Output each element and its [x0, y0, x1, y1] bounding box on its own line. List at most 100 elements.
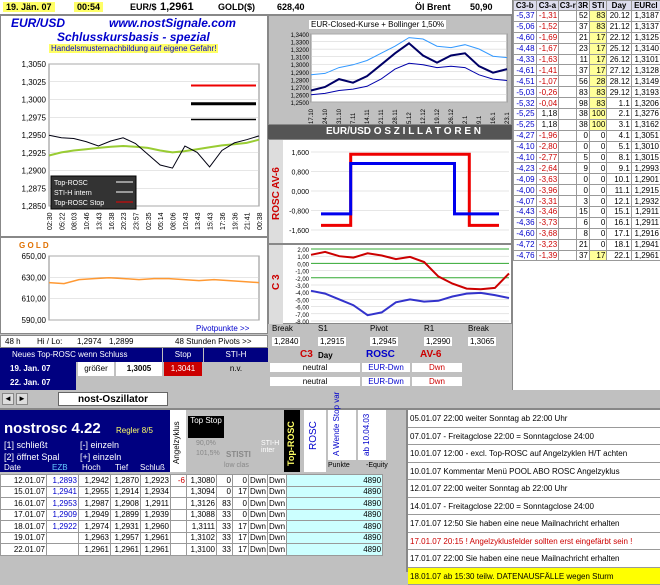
rt-cell: 0	[577, 130, 590, 141]
eurusd-xtick-0: 02:30	[47, 212, 54, 230]
opt2b[interactable]: [+] einzeln	[80, 452, 121, 462]
btm-cell: 15.01.07	[1, 486, 47, 498]
eurusd-legend-2: Top-ROSC Stop	[54, 200, 104, 207]
rt-cell: 17	[589, 32, 606, 43]
pivot-val-pivot: 1,2945	[370, 337, 398, 346]
table-row: -4,10-2,77508.11,3015	[514, 152, 660, 163]
rt-header-2: C3-r	[559, 1, 577, 11]
news-item[interactable]: 18.01.07 ab 15:30 teilw. DATENAUSFÄLLE w…	[408, 568, 660, 585]
boll-xtick-0: 17.10	[309, 108, 315, 124]
pivot-lbl-break2: Break	[468, 324, 489, 333]
btm-cell: Dwn	[268, 509, 287, 521]
rt-cell: 18.1	[607, 239, 631, 250]
news-item[interactable]: 10.01.07 Kommentar Menü POOL ABO ROSC An…	[408, 463, 660, 481]
rt-cell	[559, 250, 577, 261]
rt-cell: 1,3193	[631, 87, 660, 98]
rt-cell: -1,31	[536, 11, 559, 22]
tab-scroll-right[interactable]: ►	[16, 393, 28, 405]
stisti: STISTI	[226, 450, 251, 459]
bollinger-panel: 1,34001,33001,32001,31001,30001,29001,28…	[268, 15, 512, 125]
punkte-h: Punkte	[328, 462, 350, 469]
news-item[interactable]: 17.01.07 22:00 Sie haben eine neue Mailn…	[408, 550, 660, 568]
btm-cell: 1,2963	[79, 532, 111, 544]
rt-cell: -1,52	[536, 21, 559, 32]
btm-cell	[171, 544, 187, 556]
rt-cell: -5,03	[514, 87, 537, 98]
rt-cell: 83	[589, 87, 606, 98]
news-item[interactable]: 17.01.07 20:15 ! Angelzyklusfelder sollt…	[408, 533, 660, 551]
btm-cell: 22.01.07	[1, 544, 47, 556]
table-row: -4,36-3,736016.11,2911	[514, 217, 660, 228]
rt-cell: -1,41	[536, 65, 559, 76]
btm-cell: Dwn	[268, 486, 287, 498]
rt-cell: -4,48	[514, 43, 537, 54]
btm-cell: 1,2934	[141, 486, 171, 498]
rosc-label: ROSC AV-6	[269, 140, 283, 243]
rt-cell: 11.1	[607, 185, 631, 196]
rt-cell	[559, 109, 577, 120]
rt-cell: -4,33	[514, 54, 537, 65]
rt-cell: -1,07	[536, 76, 559, 87]
rt-header-5: Day	[607, 1, 631, 11]
eurusd-xtick-7: 23:57	[133, 212, 140, 230]
rt-cell	[559, 228, 577, 239]
opt1b[interactable]: [-] einzeln	[80, 440, 119, 450]
opt1[interactable]: [1] schließt	[4, 440, 48, 450]
c3-chart: 2,001,000,00-1,00-2,00-3,00-4,00-5,00-6,…	[283, 245, 513, 325]
rt-cell: 0	[589, 174, 606, 185]
rt-cell: 1,3128	[631, 65, 660, 76]
btm-cell: 1,2911	[141, 498, 171, 510]
news-item[interactable]: 10.01.07 12:00 - excl. Top-ROSC auf Ange…	[408, 445, 660, 463]
news-item[interactable]: 14.01.07 - Freitagclose 22:00 = Sonntagc…	[408, 498, 660, 516]
btm-cell: 16.01.07	[1, 498, 47, 510]
rt-cell	[559, 76, 577, 87]
tab-scroll-left[interactable]: ◄	[2, 393, 14, 405]
news-item[interactable]: 05.01.07 22:00 weiter Sonntag ab 22:00 U…	[408, 410, 660, 428]
rosc-ytick-4: -1,600	[289, 228, 309, 235]
subtitle: Schlusskursbasis - spezial	[57, 30, 210, 44]
boll-ytick-8: 1,2600	[291, 93, 310, 99]
rt-cell	[559, 174, 577, 185]
eurusd-ytick-4: 1,2950	[22, 131, 47, 140]
rt-cell: 1.1	[607, 98, 631, 109]
eurusd-ytick-0: 1,3050	[22, 60, 47, 69]
news-item[interactable]: 12.01.07 22:00 weiter Sonntag ab 22:00 U…	[408, 480, 660, 498]
rt-cell: 15.1	[607, 207, 631, 218]
btm-cell: 4890	[287, 521, 383, 533]
rt-cell	[559, 130, 577, 141]
news-item[interactable]: 07.01.07 - Freitagclose 22:00 = Sonntagc…	[408, 428, 660, 446]
table-row: -4,61-1,41371727.121,3128	[514, 65, 660, 76]
rt-cell: -4,07	[514, 196, 537, 207]
eurusd-chart: 1,30501,30251,30001,29751,29501,29251,29…	[1, 56, 269, 236]
rt-cell: -0,26	[536, 87, 559, 98]
rt-cell: -5,37	[514, 11, 537, 22]
news-item[interactable]: 17.01.07 12:50 Sie haben eine neue Mailn…	[408, 515, 660, 533]
table-row: -5,251,18381003.11,3162	[514, 119, 660, 130]
btm-cell: Dwn	[249, 521, 268, 533]
rt-cell: 1,3149	[631, 76, 660, 87]
eurusd-xtick-14: 17:36	[220, 212, 227, 230]
rt-cell: 37	[577, 250, 590, 261]
opt2[interactable]: [2] öffnet Spal	[4, 452, 59, 462]
table-row: -4,60-1,69211722.121,3125	[514, 32, 660, 43]
gold-ytick-1: 630,00	[22, 273, 47, 282]
boll-ytick-2: 1,3200	[291, 48, 310, 54]
table-row: -5,32-0,0498831.11,3206	[514, 98, 660, 109]
col-date: Date	[4, 463, 21, 472]
rt-cell	[559, 152, 577, 163]
rt-cell	[559, 196, 577, 207]
hilo-label: Hi / Lo:	[37, 337, 62, 346]
rt-cell: -0,04	[536, 98, 559, 109]
rt-cell	[559, 54, 577, 65]
pivot-val-s1: 1,2915	[318, 337, 346, 346]
btm-cell: 1,2908	[111, 498, 141, 510]
tab-nost-oszillator[interactable]: nost-Oszillator	[58, 392, 168, 406]
stih-h-text: STI-H inter	[261, 440, 282, 454]
c3-ytick-7: -5,00	[295, 298, 309, 304]
rosc-ytick-1: 0,800	[291, 170, 309, 177]
btm-cell: 1,2893	[47, 475, 79, 487]
rt-cell: 3.1	[607, 119, 631, 130]
c3-ytick-0: 2,00	[297, 248, 309, 254]
btm-cell: Dwn	[268, 521, 287, 533]
btm-cell: 83	[217, 498, 233, 510]
